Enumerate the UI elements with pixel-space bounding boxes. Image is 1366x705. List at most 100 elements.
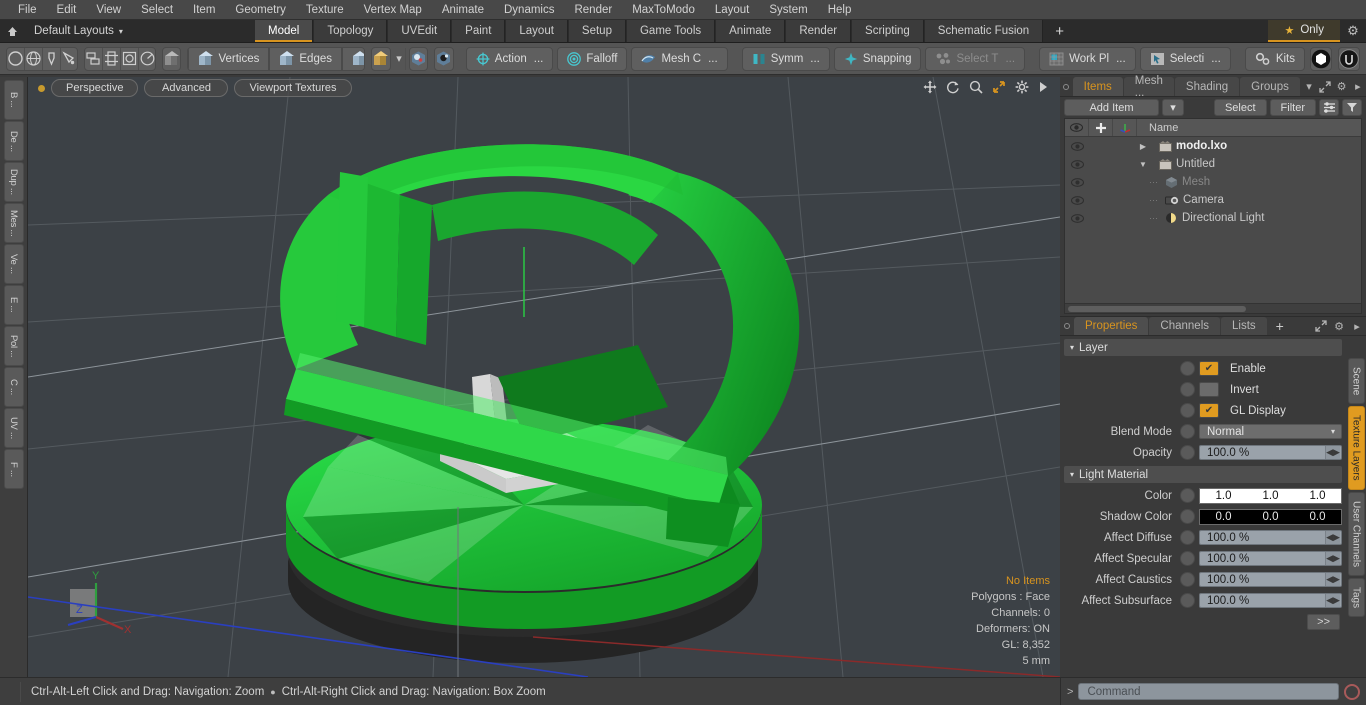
properties-section-header[interactable]: ▾ Light Material: [1064, 466, 1342, 483]
items-row[interactable]: ▼ Untitled: [1065, 155, 1361, 173]
rotate-icon[interactable]: [946, 80, 960, 94]
viewport-render[interactable]: Y X Z: [28, 77, 1060, 677]
menu-item-layout[interactable]: Layout: [705, 1, 760, 19]
menu-item-item[interactable]: Item: [183, 1, 225, 19]
menu-item-edit[interactable]: Edit: [47, 1, 87, 19]
record-icon[interactable]: [1344, 683, 1360, 700]
property-animate-bead[interactable]: [1180, 424, 1195, 439]
command-input[interactable]: Command: [1078, 683, 1339, 700]
toolbar-button-action[interactable]: Action...: [465, 46, 554, 71]
visibility-toggle-icon[interactable]: [1065, 159, 1089, 169]
visibility-toggle-icon[interactable]: [1065, 213, 1089, 223]
color-channel-value[interactable]: 1.0: [1200, 490, 1247, 502]
dropdown-blend-mode[interactable]: Normal ▾: [1199, 424, 1342, 439]
layout-tab-topology[interactable]: Topology: [313, 20, 388, 42]
menu-item-view[interactable]: View: [86, 1, 131, 19]
numeric-field-affect-diffuse[interactable]: 100.0 % ◀▶: [1199, 530, 1342, 545]
numeric-field-opacity[interactable]: 100.0 % ◀▶: [1199, 445, 1342, 460]
left-tool-tab-5[interactable]: E ...: [3, 285, 24, 325]
arrow-right-icon[interactable]: ▸: [1350, 77, 1366, 96]
viewport-perspective-selector[interactable]: Perspective: [51, 79, 139, 97]
properties-side-tab-scene[interactable]: Scene: [1347, 358, 1365, 405]
checkbox-gl-display[interactable]: [1199, 403, 1219, 418]
rotate-icon[interactable]: [139, 48, 155, 70]
collapse-triangle-icon[interactable]: ▾: [1070, 343, 1074, 352]
chevron-down-icon[interactable]: ▾: [1301, 77, 1317, 96]
funnel-icon[interactable]: [1342, 99, 1362, 116]
globe-icon[interactable]: [25, 47, 43, 70]
tree-disclosure-triangle[interactable]: ▼: [1137, 160, 1149, 169]
paint-icon[interactable]: [61, 48, 77, 70]
menu-item-file[interactable]: File: [8, 1, 47, 19]
left-tool-tab-3[interactable]: Mes ...: [3, 203, 24, 243]
properties-side-tab-user-channels[interactable]: User Channels: [1347, 491, 1365, 577]
align-icon[interactable]: [85, 47, 103, 70]
home-icon[interactable]: [0, 20, 24, 42]
viewport-textures-selector[interactable]: Viewport Textures: [234, 79, 352, 97]
mode-button-edges[interactable]: Edges: [269, 47, 342, 70]
mode-button-polygons[interactable]: Polygons: [342, 47, 365, 70]
color-channel-value[interactable]: 0.0: [1247, 511, 1294, 523]
menu-item-render[interactable]: Render: [564, 1, 622, 19]
layout-tab-scripting[interactable]: Scripting: [851, 20, 924, 42]
items-tab-mesh[interactable]: Mesh ...: [1123, 75, 1174, 99]
gear-icon[interactable]: [1015, 80, 1029, 94]
show-more-button[interactable]: >>: [1307, 614, 1340, 630]
move-icon[interactable]: [923, 80, 937, 94]
items-tree[interactable]: Name ▶ modo.lxo ▼ Untitled ⋯ Mesh ⋯ Camera ⋯ Dire…: [1064, 118, 1362, 314]
properties-side-tab-texture-layers[interactable]: Texture Layers: [1347, 406, 1365, 490]
tree-disclosure-triangle[interactable]: ▶: [1137, 142, 1149, 151]
viewport-shading-selector[interactable]: Advanced: [144, 79, 229, 97]
color-channel-value[interactable]: 0.0: [1294, 511, 1341, 523]
toolbar-button-work-pl[interactable]: Work Pl...: [1039, 46, 1136, 71]
layout-tab-paint[interactable]: Paint: [451, 20, 506, 42]
left-tool-tab-9[interactable]: F ...: [3, 449, 24, 489]
toolbar-button-snapping[interactable]: Snapping: [833, 46, 922, 71]
menu-item-animate[interactable]: Animate: [432, 1, 494, 19]
left-tool-tab-4[interactable]: Ve ...: [3, 244, 24, 284]
property-animate-bead[interactable]: [1180, 572, 1195, 587]
color-field-shadow-color[interactable]: 0.0 0.0 0.0: [1199, 508, 1342, 525]
items-tab-items[interactable]: Items: [1072, 77, 1123, 96]
circle-icon[interactable]: [7, 47, 25, 70]
toolbar-button-falloff[interactable]: Falloff: [557, 46, 628, 71]
layout-tab-animate[interactable]: Animate: [715, 20, 786, 42]
square-icon[interactable]: [121, 47, 139, 70]
left-tool-tab-6[interactable]: Pol ...: [3, 326, 24, 366]
property-animate-bead[interactable]: [1180, 488, 1195, 503]
numeric-field-affect-subsurface[interactable]: 100.0 % ◀▶: [1199, 593, 1342, 608]
property-animate-bead[interactable]: [1180, 445, 1195, 460]
spinner-arrows-icon[interactable]: ◀▶: [1325, 573, 1340, 586]
shading-sphere-icon[interactable]: [408, 46, 428, 71]
pen-icon[interactable]: [43, 47, 61, 70]
cube-gold-icon[interactable]: [371, 46, 391, 71]
spinner-arrows-icon[interactable]: ◀▶: [1325, 531, 1340, 544]
property-animate-bead[interactable]: [1180, 593, 1195, 608]
cube-grey-icon[interactable]: [161, 46, 182, 71]
toolbar-button-select-t[interactable]: Select T...: [925, 46, 1026, 71]
visibility-toggle-icon[interactable]: [1065, 177, 1089, 187]
toolbar-button-kits[interactable]: Kits: [1244, 46, 1305, 71]
play-icon[interactable]: [1038, 81, 1048, 93]
layout-tab-uvedit[interactable]: UVEdit: [387, 20, 452, 42]
numeric-field-affect-caustics[interactable]: 100.0 % ◀▶: [1199, 572, 1342, 587]
left-tool-tab-0[interactable]: B ...: [3, 80, 24, 120]
toolbar-button-mesh-c[interactable]: Mesh C...: [631, 46, 728, 71]
add-layout-tab-button[interactable]: +: [1043, 20, 1076, 42]
items-tab-shading[interactable]: Shading: [1174, 77, 1240, 96]
menu-item-help[interactable]: Help: [818, 1, 862, 19]
spinner-arrows-icon[interactable]: ◀▶: [1325, 552, 1340, 565]
expand-icon[interactable]: [1317, 77, 1333, 96]
items-row[interactable]: ▶ modo.lxo: [1065, 137, 1361, 155]
gear-icon[interactable]: ⚙: [1333, 77, 1349, 96]
toolbar-button-selecti[interactable]: Selecti...: [1139, 46, 1231, 71]
select-button[interactable]: Select: [1213, 99, 1267, 116]
collapse-triangle-icon[interactable]: ▾: [1070, 470, 1074, 479]
visibility-toggle-icon[interactable]: [1065, 141, 1089, 151]
color-channel-value[interactable]: 1.0: [1247, 490, 1294, 502]
property-animate-bead[interactable]: [1180, 403, 1195, 418]
items-row[interactable]: ⋯ Mesh: [1065, 173, 1361, 191]
list-options-icon[interactable]: [1319, 99, 1339, 116]
property-animate-bead[interactable]: [1180, 509, 1195, 524]
property-animate-bead[interactable]: [1180, 551, 1195, 566]
